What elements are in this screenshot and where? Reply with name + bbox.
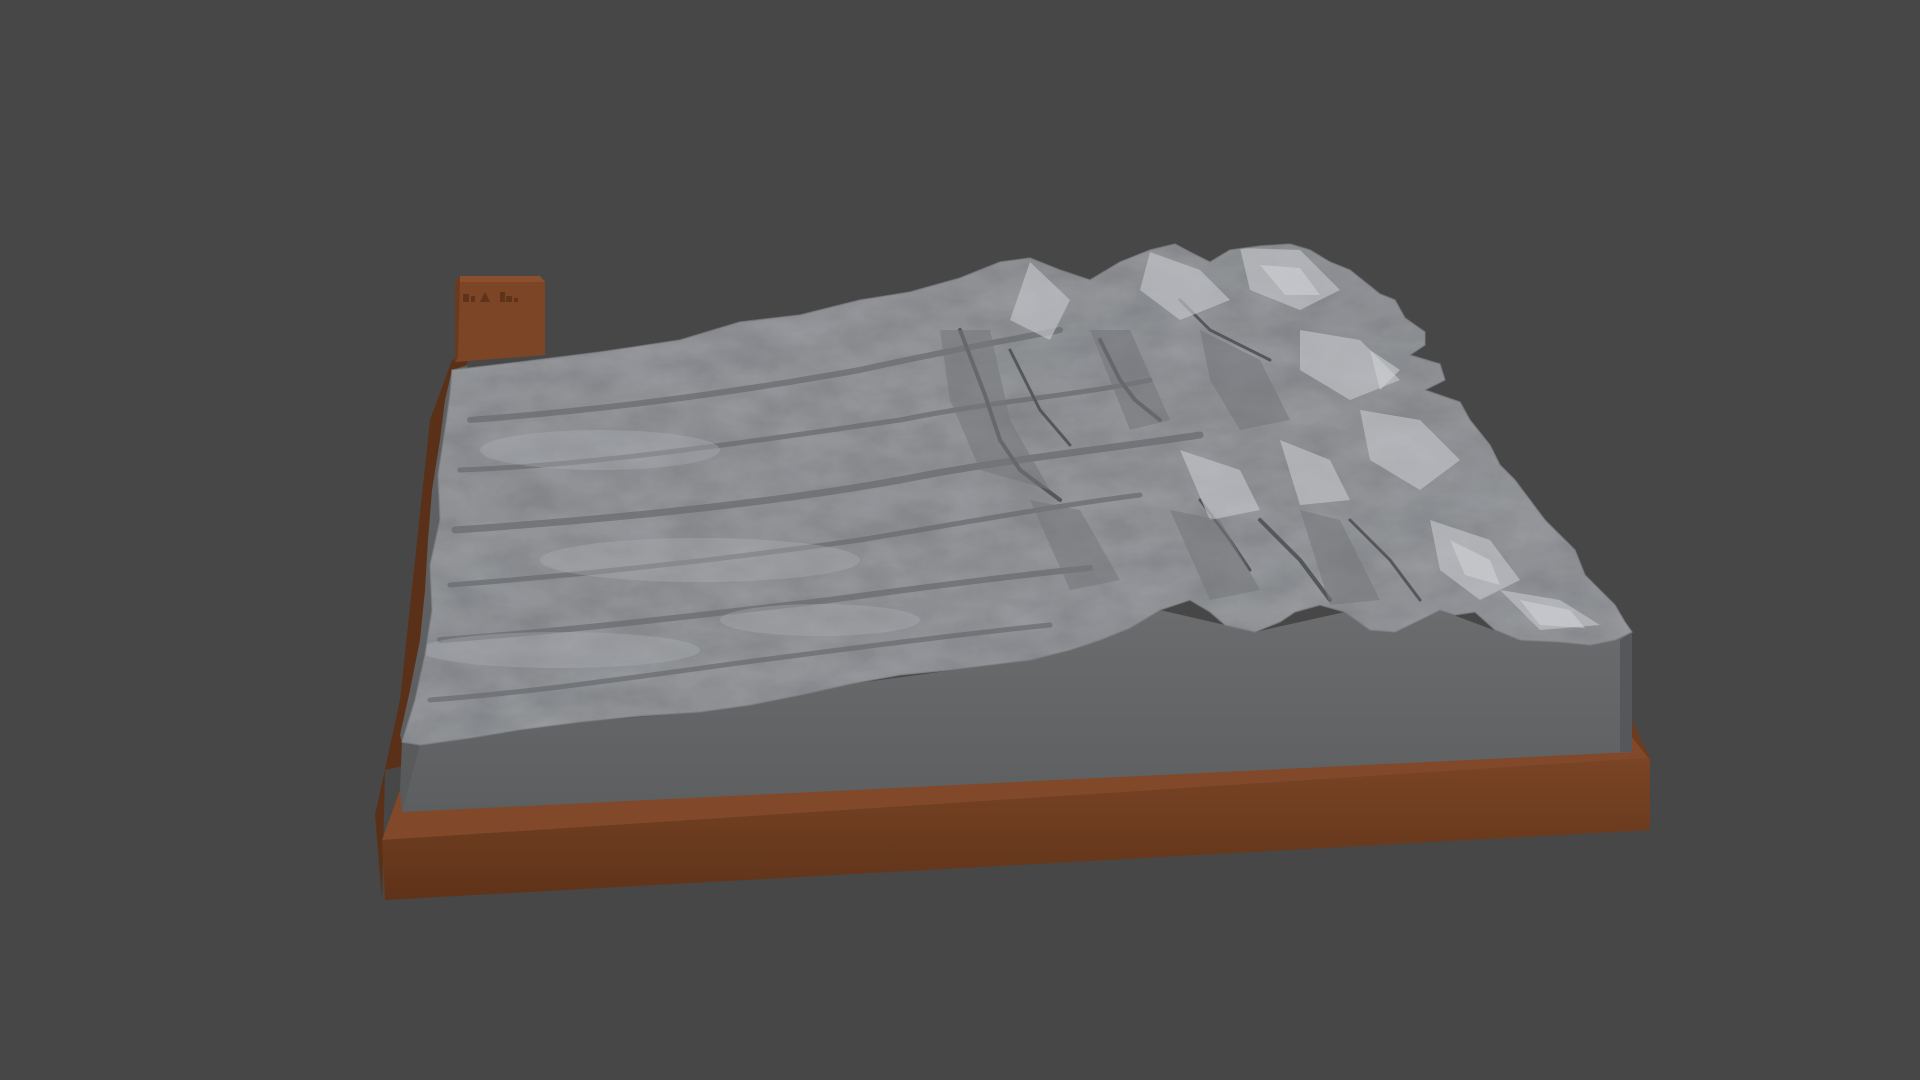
3d-viewport[interactable] — [0, 0, 1920, 1080]
label-block — [455, 276, 545, 362]
terrain-model-render — [0, 0, 1920, 1080]
terrain-right-wall — [1620, 632, 1632, 752]
